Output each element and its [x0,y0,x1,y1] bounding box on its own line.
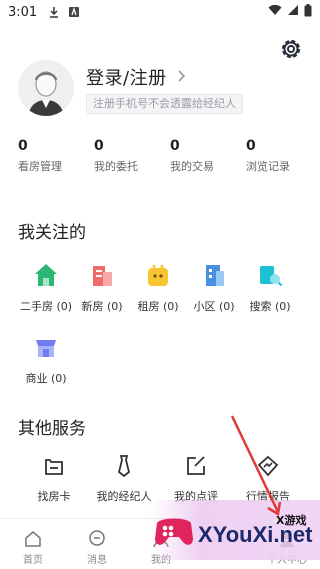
status-bar: 3:01 [0,0,320,24]
gear-icon[interactable] [278,36,304,62]
stat-browse-history[interactable]: 0 浏览记录 [246,138,316,174]
stat-my-transactions[interactable]: 0 我的交易 [170,138,240,174]
app-notification-icon [67,5,81,19]
card-icon [42,454,66,478]
follow-second-hand[interactable]: 二手房 (0) [16,262,76,314]
stat-viewing-management[interactable]: 0 看房管理 [18,138,88,174]
follow-item-label: 新房 (0) [81,300,123,313]
house-icon [33,262,59,288]
follow-search[interactable]: 搜索 (0) [240,262,300,314]
service-house-card[interactable]: 找房卡 [16,454,92,504]
watermark-brand: XYouXi.net [198,522,313,547]
tie-icon [112,454,136,478]
follow-section-title: 我关注的 [18,223,86,243]
service-my-reviews[interactable]: 我的点评 [158,454,234,504]
follow-item-label: 小区 (0) [193,300,235,313]
wifi-icon [268,4,282,20]
community-icon [201,262,227,288]
services-section-title: 其他服务 [18,419,86,439]
stat-my-commission[interactable]: 0 我的委托 [94,138,164,174]
avatar[interactable] [18,60,74,116]
follow-commercial[interactable]: 商业 (0) [16,334,76,386]
service-label: 找房卡 [37,490,71,503]
rent-bag-icon [145,262,171,288]
follow-item-label: 租房 (0) [137,300,179,313]
stat-value: 0 [94,138,104,154]
message-icon [87,529,107,549]
follow-item-label: 二手房 (0) [19,300,73,313]
stats-row: 0 看房管理 0 我的委托 0 我的交易 0 浏览记录 [0,138,320,178]
stat-label: 我的交易 [170,160,214,173]
follow-rent[interactable]: 租房 (0) [128,262,188,314]
search-folder-icon [257,262,283,288]
chevron-right-icon[interactable] [176,68,188,82]
stat-value: 0 [18,138,28,154]
home-icon [23,529,43,549]
follow-item-label: 搜索 (0) [249,300,291,313]
building-icon [89,262,115,288]
nav-label: 消息 [87,555,107,566]
arrow-annotation [226,412,286,522]
edit-icon [184,454,208,478]
battery-icon [304,3,312,21]
follow-new-house[interactable]: 新房 (0) [72,262,132,314]
stat-label: 浏览记录 [246,160,290,173]
stat-value: 0 [246,138,256,154]
shop-icon [33,334,59,360]
signal-icon [287,4,299,20]
service-my-agent[interactable]: 我的经纪人 [86,454,162,504]
nav-home[interactable]: 首页 [8,529,58,566]
nav-messages[interactable]: 消息 [72,529,122,566]
watermark-logo [153,513,195,549]
follow-community[interactable]: 小区 (0) [184,262,244,314]
download-icon [47,5,61,19]
nav-label: 首页 [23,555,43,566]
follow-item-label: 商业 (0) [25,372,67,385]
stat-label: 我的委托 [94,160,138,173]
stat-label: 看房管理 [18,160,62,173]
status-time: 3:01 [8,4,38,20]
login-register-link[interactable]: 登录/注册 [86,64,167,90]
stat-value: 0 [170,138,180,154]
privacy-hint-badge: 注册手机号不会透露给经纪人 [86,94,243,114]
